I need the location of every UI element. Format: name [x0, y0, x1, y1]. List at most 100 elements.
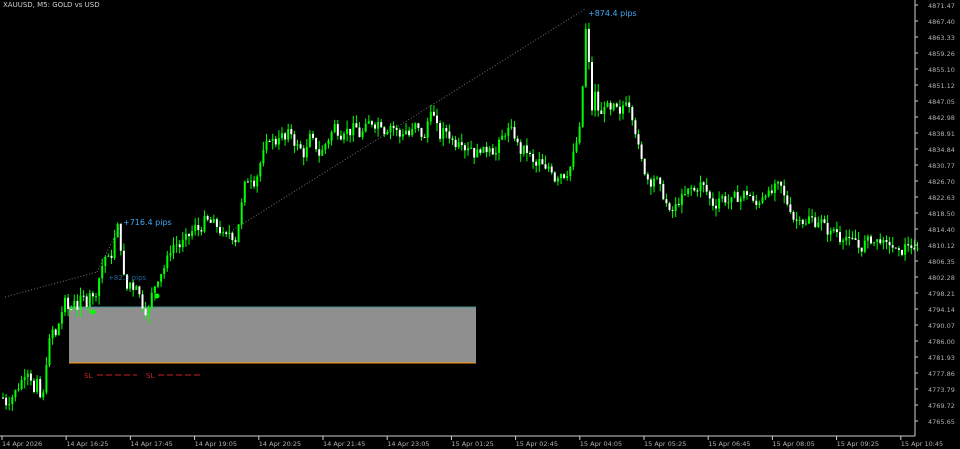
- candle-body: [780, 181, 783, 186]
- candle-body: [777, 181, 779, 184]
- candle-body: [854, 238, 857, 240]
- time-tick-label: 14 Apr 17:45: [130, 440, 172, 448]
- sl-label-1: SL: [84, 372, 92, 380]
- price-tick-label: 4794.14: [928, 306, 955, 314]
- candle-body: [122, 250, 125, 275]
- candle-body: [166, 255, 169, 269]
- candle-body: [770, 190, 773, 193]
- candle-body: [91, 293, 94, 297]
- candle-body: [792, 212, 795, 220]
- candle-body: [457, 142, 460, 148]
- candle-body: [5, 397, 8, 406]
- candle-body: [429, 111, 432, 122]
- price-tick-label: 4798.21: [928, 290, 955, 298]
- time-tick-label: 15 Apr 06:45: [708, 440, 750, 448]
- candle-body: [566, 175, 569, 178]
- candle-body: [333, 124, 336, 133]
- candle-body: [749, 195, 752, 197]
- candle-body: [907, 244, 910, 246]
- candle-body: [643, 158, 646, 175]
- candle-body: [662, 184, 665, 200]
- candle-body: [184, 233, 187, 240]
- candle-body: [820, 219, 823, 223]
- candle-body: [696, 190, 699, 192]
- candle-body: [284, 133, 287, 140]
- candle-body: [901, 249, 903, 255]
- chart-window[interactable]: XAUUSD, M5: GOLD vs USD SL SL +874.4 pips…: [0, 0, 960, 449]
- time-tick-label: 15 Apr 10:45: [901, 440, 943, 448]
- candle-body: [277, 138, 280, 145]
- candle-body: [702, 182, 705, 185]
- candle-body: [823, 219, 826, 223]
- candle-body: [736, 192, 739, 202]
- candle-body: [147, 307, 150, 316]
- candle-body: [631, 107, 634, 121]
- price-chart[interactable]: SL SL +874.4 pips +716.4 pips +82.3 pips 48…: [0, 0, 960, 449]
- candle-body: [448, 131, 451, 139]
- candle-body: [54, 329, 57, 336]
- candle-body: [451, 138, 454, 140]
- price-tick-label: 4810.12: [928, 242, 955, 250]
- candle-body: [857, 239, 860, 248]
- candle-body: [789, 204, 792, 213]
- candle-body: [163, 268, 166, 275]
- candle-body: [525, 145, 528, 153]
- candle-body: [860, 247, 863, 252]
- candle-body: [811, 216, 814, 218]
- candle-body: [699, 182, 702, 191]
- candle-body: [265, 140, 268, 151]
- candle-body: [529, 152, 531, 154]
- candle-body: [420, 127, 423, 137]
- candle-body: [733, 192, 736, 198]
- candle-body: [504, 135, 507, 137]
- candle-body: [482, 146, 485, 153]
- candle-body: [222, 232, 225, 234]
- candle-body: [219, 227, 221, 234]
- candle-body: [591, 62, 593, 111]
- candle-body: [259, 163, 262, 177]
- candle-body: [231, 232, 234, 241]
- price-tick-label: 4806.35: [928, 258, 955, 266]
- candle-body: [23, 377, 26, 380]
- candle-body: [76, 300, 79, 310]
- candle-body: [752, 195, 755, 201]
- candle-body: [724, 196, 727, 203]
- candle-body: [119, 223, 122, 251]
- candle-body: [653, 178, 655, 187]
- candle-body: [36, 378, 39, 392]
- candle-body: [246, 181, 249, 183]
- candle-body: [346, 128, 349, 134]
- candle-body: [575, 142, 578, 152]
- candle-body: [436, 115, 438, 124]
- candle-body: [476, 149, 479, 158]
- candle-body: [572, 151, 575, 167]
- candle-body: [330, 132, 333, 141]
- candle-body: [538, 159, 541, 166]
- candle-body: [693, 187, 696, 191]
- candle-body: [677, 203, 680, 205]
- time-tick-label: 14 Apr 21:45: [323, 440, 365, 448]
- candle-body: [188, 233, 190, 237]
- candle-body: [132, 282, 135, 290]
- candle-body: [101, 266, 104, 279]
- candle-body: [85, 296, 88, 307]
- candle-body: [17, 388, 20, 391]
- candle-body: [715, 205, 717, 209]
- candle-body: [795, 219, 798, 221]
- candle-body: [708, 191, 711, 199]
- candle-body: [98, 278, 101, 297]
- candle-body: [863, 240, 866, 252]
- candle-body: [324, 144, 327, 150]
- candle-body: [671, 209, 674, 212]
- price-tick-label: 4822.63: [928, 194, 955, 202]
- candle-body: [141, 294, 144, 309]
- candle-body: [364, 123, 367, 132]
- candle-body: [817, 222, 820, 227]
- candle-body: [550, 166, 553, 173]
- price-tick-label: 4781.93: [928, 354, 955, 362]
- candle-body: [873, 241, 876, 244]
- candle-body: [674, 203, 677, 212]
- candle-body: [711, 198, 714, 206]
- candle-body: [392, 125, 395, 128]
- candle-body: [57, 323, 60, 336]
